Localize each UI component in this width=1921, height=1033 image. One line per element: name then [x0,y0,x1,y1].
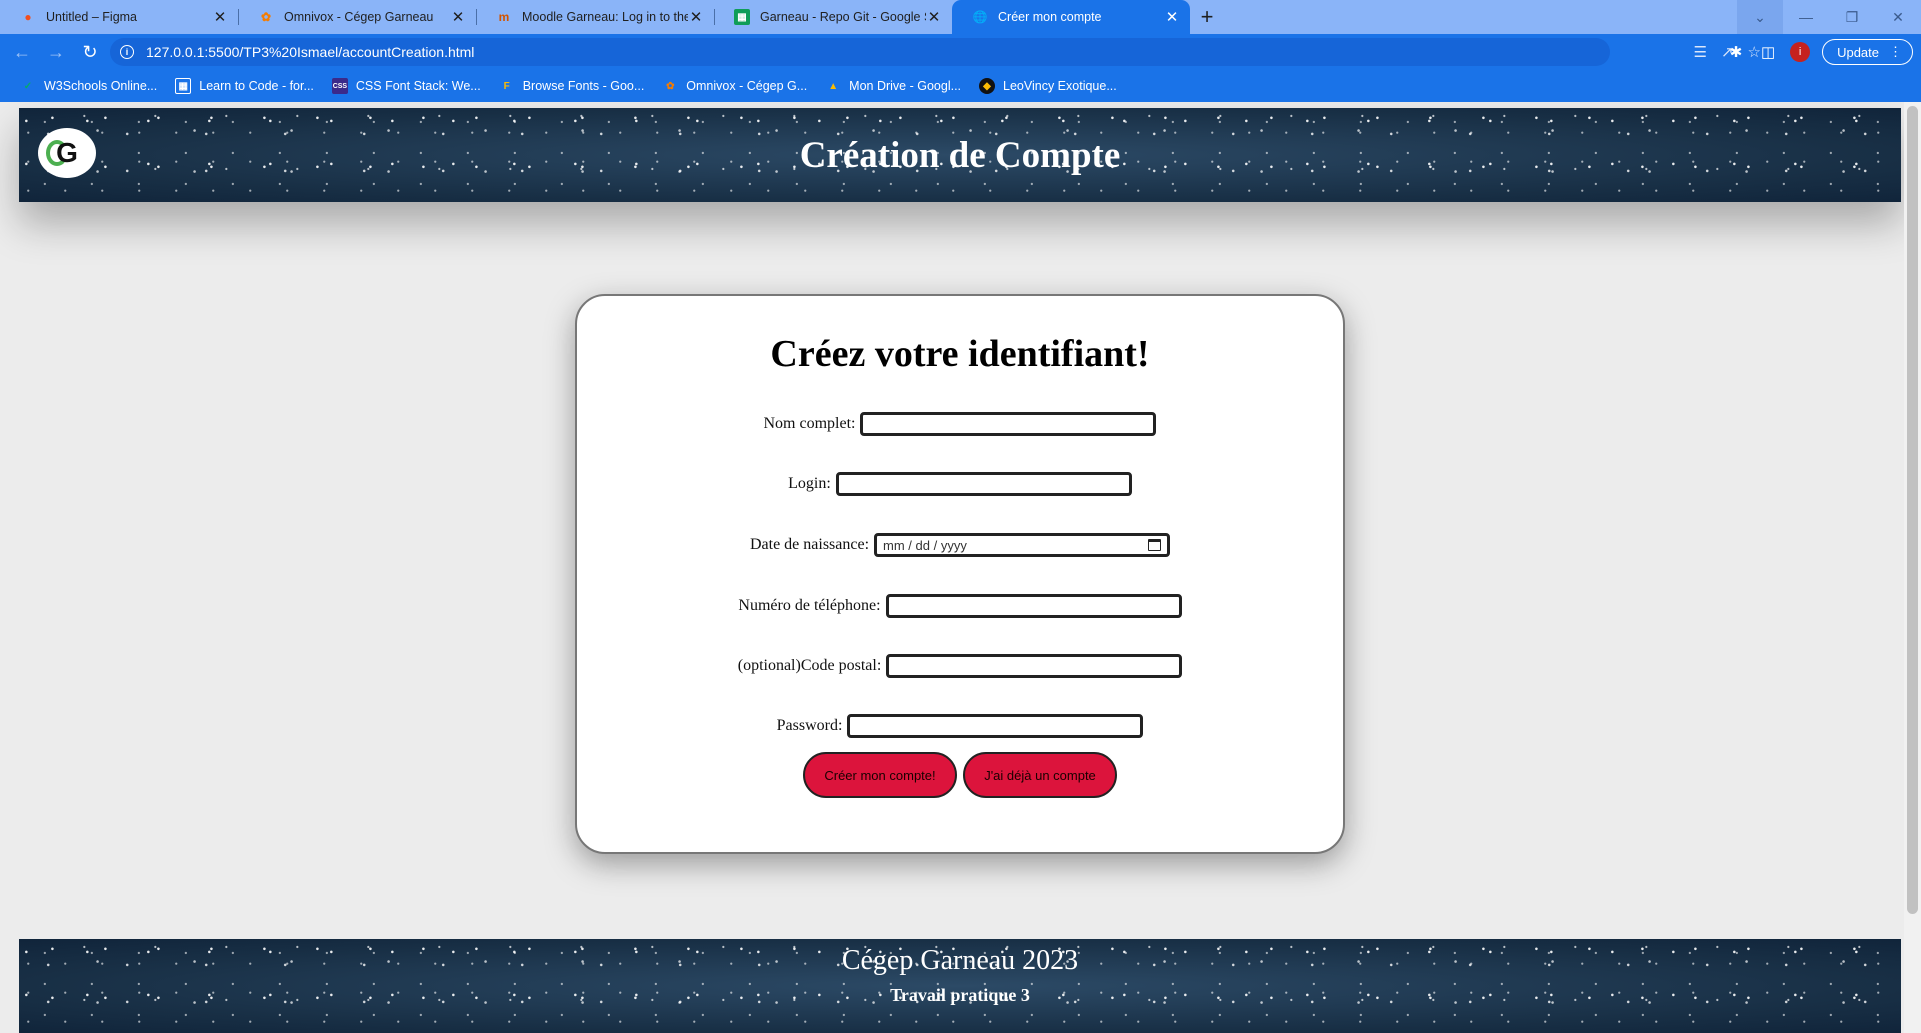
bookmark-omnivox[interactable]: ✿ Omnivox - Cégep G... [654,72,815,100]
create-account-button[interactable]: Créer mon compte! [803,752,957,798]
birthdate-field[interactable]: mm / dd / yyyy [874,533,1171,557]
translate-icon[interactable]: ☰ [1694,43,1707,61]
tab-search-icon[interactable]: ⌄ [1737,0,1783,34]
bookmark-freecodecamp[interactable]: ▦ Learn to Code - for... [167,72,322,100]
tab-strip: ● Untitled – Figma ✕ ✿ Omnivox - Cégep G… [0,0,1921,34]
postal-code-label: (optional)Code postal: [737,657,882,674]
bookmark-label: LeoVincy Exotique... [1003,79,1117,93]
birthdate-label: Date de naissance: [749,536,870,553]
password-row: Password: [577,714,1343,738]
cssfontstack-icon: CSS [331,78,348,94]
bookmark-cssfontstack[interactable]: CSS CSS Font Stack: We... [324,72,489,100]
google-drive-icon: ▲ [828,80,839,92]
figma-icon: ● [24,10,32,24]
login-field[interactable] [835,472,1132,496]
close-window-icon[interactable]: ✕ [1875,0,1921,34]
full-name-label: Nom complet: [763,415,856,432]
form-buttons: Créer mon compte! J'ai déjà un compte [577,752,1343,798]
sheets-icon: ▦ [734,9,750,25]
address-bar[interactable]: i 127.0.0.1:5500/TP3%20Ismael/accountCre… [110,38,1610,66]
window-controls: ⌄ — ❐ ✕ [1737,0,1921,34]
existing-account-button[interactable]: J'ai déjà un compte [963,752,1117,798]
login-label: Login: [788,475,831,492]
update-label: Update [1837,44,1879,60]
close-tab-icon[interactable]: ✕ [450,9,466,26]
footer-title: Cégep Garneau 2023 [841,945,1079,976]
bookmark-google-drive[interactable]: ▲ Mon Drive - Googl... [817,72,969,100]
bookmark-label: Mon Drive - Googl... [849,79,962,93]
account-creation-form: Créez votre identifiant! Nom complet: Lo… [575,294,1345,854]
tab-figma[interactable]: ● Untitled – Figma ✕ [0,0,238,34]
tab-title: Moodle Garneau: Log in to the si [522,10,688,24]
birthdate-placeholder: mm / dd / yyyy [883,537,967,553]
reload-icon[interactable]: ↻ [74,36,106,68]
restore-icon[interactable]: ❐ [1829,0,1875,34]
bookmark-w3schools[interactable]: ✓ W3Schools Online... [12,72,165,100]
omnivox-icon: ✿ [666,80,675,92]
bookmark-label: Omnivox - Cégep G... [686,79,808,93]
extensions-icon[interactable]: ✱ [1726,42,1746,62]
forward-icon[interactable]: → [40,36,72,68]
side-panel-icon[interactable]: ◫ [1758,42,1778,62]
phone-row: Numéro de téléphone: [577,594,1343,618]
tab-omnivox[interactable]: ✿ Omnivox - Cégep Garneau ✕ [238,0,476,34]
close-tab-icon[interactable]: ✕ [688,9,704,26]
close-tab-icon[interactable]: ✕ [1164,9,1180,26]
update-button[interactable]: Update ⋮ [1822,39,1913,65]
globe-icon: 🌐 [972,10,988,24]
leovincy-icon: ◆ [979,78,996,94]
google-fonts-icon: F [503,80,510,92]
freecodecamp-icon: ▦ [175,78,192,94]
phone-field[interactable] [885,594,1182,618]
tab-title: Créer mon compte [998,10,1102,24]
scrollbar-thumb[interactable] [1907,106,1918,914]
form-heading: Créez votre identifiant! [770,333,1150,375]
bookmark-label: Learn to Code - for... [199,79,314,93]
tab-moodle[interactable]: m Moodle Garneau: Log in to the si ✕ [476,0,714,34]
bookmark-google-fonts[interactable]: F Browse Fonts - Goo... [491,72,653,100]
tab-account-creation[interactable]: 🌐 Créer mon compte ✕ [952,0,1190,34]
bookmark-label: CSS Font Stack: We... [355,79,481,93]
login-row: Login: [577,472,1343,496]
password-field[interactable] [847,714,1144,738]
page-title: Création de Compte [799,134,1121,176]
footer-subtitle: Travail pratique 3 [890,985,1030,1005]
toolbar-right: ✱ ◫ i Update ⋮ [1726,34,1913,70]
bookmarks-bar: ✓ W3Schools Online... ▦ Learn to Code - … [0,70,1921,102]
profile-avatar[interactable]: i [1790,42,1811,62]
birthdate-row: Date de naissance: mm / dd / yyyy [577,533,1343,557]
full-name-row: Nom complet: [577,412,1343,436]
back-icon[interactable]: ← [6,36,38,68]
garneau-logo: G [38,128,96,178]
browser-toolbar: ← → ↻ i 127.0.0.1:5500/TP3%20Ismael/acco… [0,34,1921,70]
new-tab-icon[interactable]: + [1190,0,1224,34]
page-scrollbar[interactable] [1904,102,1921,1033]
bookmark-label: Browse Fonts - Goo... [522,79,645,93]
minimize-icon[interactable]: — [1783,0,1829,34]
calendar-icon[interactable] [1148,539,1162,551]
postal-code-row: (optional)Code postal: [577,654,1343,678]
tab-title: Garneau - Repo Git - Google She [760,10,926,24]
tab-title: Omnivox - Cégep Garneau [284,10,434,24]
bookmark-label: W3Schools Online... [44,79,158,93]
password-label: Password: [776,717,843,734]
tab-sheets[interactable]: ▦ Garneau - Repo Git - Google She ✕ [714,0,952,34]
page-viewport: G Création de Compte Créez votre identif… [0,102,1921,1033]
site-header: G Création de Compte [19,108,1901,202]
url-text: 127.0.0.1:5500/TP3%20Ismael/accountCreat… [146,44,475,60]
full-name-field[interactable] [860,412,1157,436]
moodle-icon: m [498,10,510,24]
close-tab-icon[interactable]: ✕ [212,9,228,26]
postal-code-field[interactable] [886,654,1183,678]
omnivox-icon: ✿ [260,10,272,24]
close-tab-icon[interactable]: ✕ [926,9,942,26]
more-menu-icon: ⋮ [1889,44,1902,59]
tab-title: Untitled – Figma [46,10,138,24]
logo-letter: G [56,137,78,168]
w3schools-icon: ✓ [23,80,33,92]
phone-label: Numéro de téléphone: [738,597,881,614]
bookmark-leovincy[interactable]: ◆ LeoVincy Exotique... [971,72,1125,100]
site-footer: Cégep Garneau 2023 Travail pratique 3 [19,939,1901,1033]
site-info-icon[interactable]: i [120,45,134,59]
